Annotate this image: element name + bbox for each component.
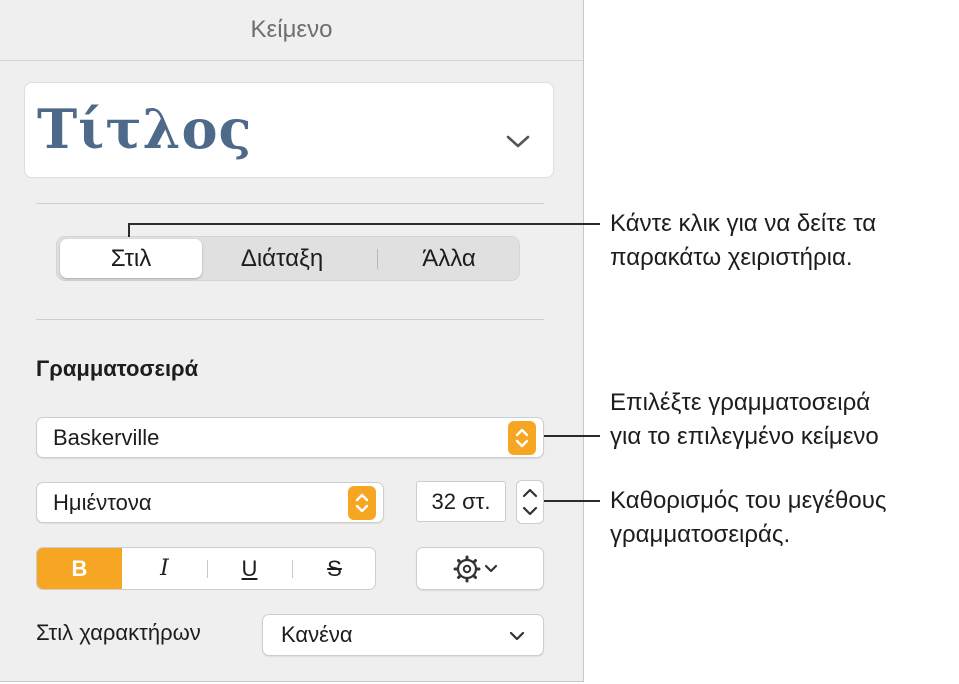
callout-line-1: Επιλέξτε γραμματοσειρά — [610, 389, 871, 416]
italic-button[interactable]: I — [122, 548, 207, 589]
divider — [36, 203, 544, 204]
font-size-stepper[interactable] — [516, 480, 544, 524]
bold-button[interactable]: B — [37, 548, 122, 589]
callout-line-2: γραμματοσειράς. — [610, 521, 791, 548]
advanced-options-button[interactable] — [416, 547, 544, 590]
paragraph-style-selector[interactable]: Τίτλος — [24, 82, 554, 178]
callout-line-2: παρακάτω χειριστήρια. — [610, 244, 853, 271]
callout-line-1: Καθορισμός του μεγέθους — [610, 487, 887, 514]
stepper-icon — [522, 488, 538, 516]
tab-style[interactable]: Στιλ — [60, 239, 202, 278]
panel-title: Κείμενο — [0, 0, 583, 61]
strikethrough-button[interactable]: S — [292, 548, 375, 589]
text-format-buttons: B I U S — [36, 547, 376, 590]
tab-layout[interactable]: Διάταξη — [202, 237, 362, 280]
character-style-value: Κανένα — [281, 622, 353, 647]
chevron-down-icon — [506, 135, 530, 148]
paragraph-style-name: Τίτλος — [37, 97, 253, 161]
underline-button[interactable]: U — [207, 548, 292, 589]
chevron-down-icon — [484, 564, 498, 572]
font-typeface-value: Ημιέντονα — [53, 489, 152, 515]
chevron-down-icon — [509, 631, 525, 641]
callout-line-tabs — [128, 223, 130, 237]
font-section-label: Γραμματοσειρά — [36, 356, 199, 381]
callout-line-font — [544, 435, 600, 437]
font-size-field[interactable]: 32 στ. — [416, 481, 506, 522]
divider — [36, 319, 544, 320]
up-down-arrows-icon — [348, 486, 376, 520]
font-typeface-popup[interactable]: Ημιέντονα — [36, 482, 384, 523]
font-family-value: Baskerville — [53, 424, 160, 450]
callout-line-tabs — [128, 223, 600, 225]
text-format-sidebar: Κείμενο Τίτλος Στιλ Διάταξη Άλλα Γραμματ… — [0, 0, 584, 682]
callout-line-2: για το επιλεγμένο κείμενο — [610, 423, 879, 450]
format-tabs: Στιλ Διάταξη Άλλα — [56, 236, 520, 281]
callout-font: Επιλέξτε γραμματοσειρά για το επιλεγμένο… — [610, 386, 879, 454]
gear-icon — [453, 555, 481, 582]
callout-tabs: Κάντε κλικ για να δείτε τα παρακάτω χειρ… — [610, 207, 876, 275]
callout-size: Καθορισμός του μεγέθους γραμματοσειράς. — [610, 484, 886, 552]
callout-line-1: Κάντε κλικ για να δείτε τα — [610, 210, 877, 237]
font-family-popup[interactable]: Baskerville — [36, 417, 544, 458]
character-style-popup[interactable]: Κανένα — [262, 614, 544, 656]
tab-more[interactable]: Άλλα — [378, 237, 520, 280]
up-down-arrows-icon — [508, 421, 536, 455]
callout-line-size — [544, 500, 600, 502]
character-style-label: Στιλ χαρακτήρων — [36, 620, 201, 645]
